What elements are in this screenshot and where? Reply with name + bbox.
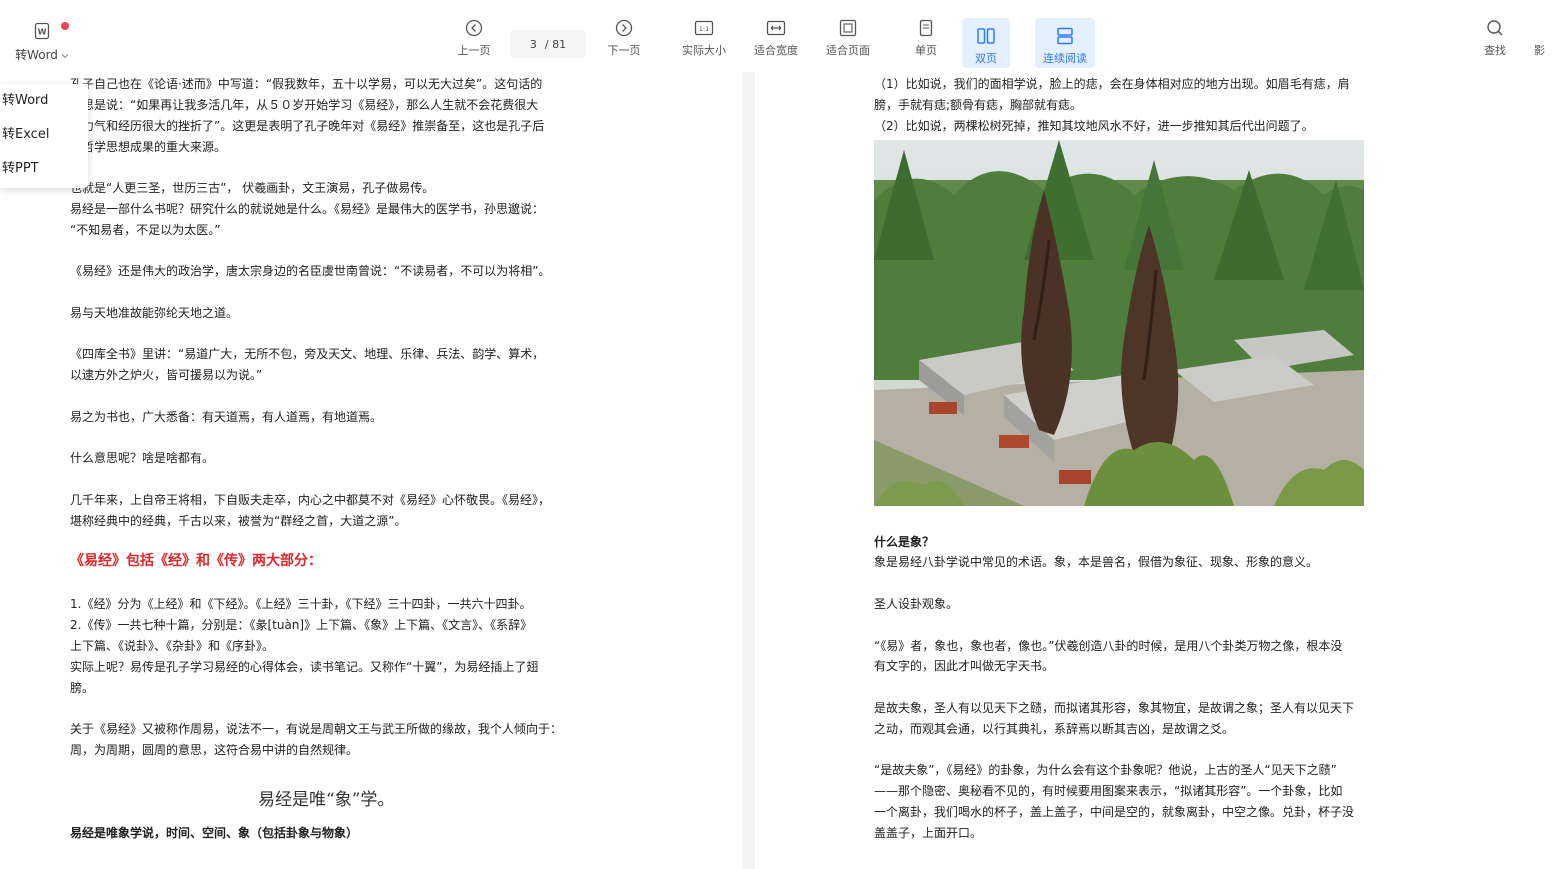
left-line-18: 2.《传》一共七种十篇，分别是：《彖[tuàn]》上下篇、《象》上下篇、《文言》… — [70, 618, 533, 632]
svg-text:W: W — [38, 28, 47, 37]
double-page-icon — [976, 26, 996, 46]
left-line-3: 的力气和经历很大的挫折了”。这更是表明了孔子晚年对《易经》推崇备至，这也是孔子后 — [70, 119, 545, 133]
next-page-icon — [614, 18, 634, 38]
next-page-button[interactable]: 下一页 — [602, 18, 646, 68]
right-line-6: 圣人设卦观象。 — [874, 597, 959, 611]
double-page-label: 双页 — [975, 52, 997, 65]
menu-item-excel[interactable]: 转Excel — [0, 118, 88, 152]
fit-width-icon — [766, 18, 786, 38]
single-page-button[interactable]: 单页 — [906, 18, 946, 68]
next-page-label: 下一页 — [607, 44, 641, 57]
single-page-label: 单页 — [915, 44, 937, 57]
actual-size-icon: 1:1 — [694, 18, 714, 38]
single-page-icon — [916, 18, 936, 38]
left-line-20: 实际上呢？易传是孔子学习易经的心得体会，读书笔记。又称作“十翼”，为易经插上了翅 — [70, 660, 539, 674]
notification-dot — [61, 22, 69, 30]
left-line-9: 易与天地准故能弥纶天地之道。 — [70, 306, 239, 320]
search-button[interactable]: 查找 — [1478, 18, 1512, 68]
left-line-8: 《易经》还是伟大的政治学，唐太宗身边的名臣虞世南曾说：“不读易者，不可以为将相”… — [70, 264, 551, 278]
left-line-4: 来哲学思想成果的重大来源。 — [70, 140, 227, 154]
menu-item-ppt[interactable]: 转PPT — [0, 152, 88, 186]
left-line-7: “不知易者，不足以为太医。” — [70, 223, 221, 237]
double-page-button[interactable]: 双页 — [962, 18, 1010, 68]
left-line-11: 以逮方外之炉火，皆可援易以为说。” — [70, 368, 263, 382]
fit-page-button[interactable]: 适合页面 — [820, 18, 876, 68]
left-line-2: 意思是说：“如果再让我多活几年，从５０岁开始学习《易经》，那么人生就不会花费很大 — [70, 98, 539, 112]
fit-width-button[interactable]: 适合宽度 — [748, 18, 804, 68]
prev-page-label: 上一页 — [457, 44, 491, 57]
left-line-17: 1.《经》分为《上经》和《下经》。《上经》三十卦，《下经》三十四卦，一共六十四卦… — [70, 597, 532, 611]
right-line-13: 一个离卦，我们喝水的杯子，盖上盖子，中间是空的，就象离卦，中空之像。兑卦，杯子没 — [874, 805, 1355, 819]
svg-text:1:1: 1:1 — [699, 25, 709, 33]
left-line-13: 什么意思呢？啥是啥都有。 — [70, 451, 215, 465]
continuous-read-icon — [1055, 26, 1075, 46]
page-current: 3 — [529, 37, 537, 51]
graveyard-photo — [874, 140, 1364, 506]
left-line-25: 易经是唯象学说，时间、空间、象（包括卦象与物象） — [70, 826, 359, 840]
left-line-21: 膀。 — [70, 681, 95, 695]
actual-size-button[interactable]: 1:1 实际大小 — [676, 18, 732, 68]
prev-page-button[interactable]: 上一页 — [452, 18, 496, 68]
fit-width-label: 适合宽度 — [754, 44, 798, 57]
top-toolbar: W 转Word 上一页 3 / 81 下一页 1:1 实际大小 适合宽度 适合页… — [0, 0, 1553, 72]
left-line-14: 几千年来，上自帝王将相，下自贩夫走卒，内心之中都莫不对《易经》心怀敬畏。《易经》… — [70, 493, 551, 507]
left-line-10: 《四库全书》里讲：“易道广大，无所不包，旁及天文、地理、乐律、兵法、韵学、算术， — [70, 347, 545, 361]
right-line-10: 之动，而观其会通，以行其典礼，系辞焉以断其吉凶，是故谓之爻。 — [874, 722, 1235, 736]
right-line-8: 有文字的，因此才叫做无字天书。 — [874, 659, 1055, 673]
right-line-14: 盖盖子，上面开口。 — [874, 826, 983, 840]
left-line-6: 易经是一部什么书呢？研究什么的就说她是什么。《易经》是最伟大的医学书，孙思邈说： — [70, 202, 545, 216]
page-number-input[interactable]: 3 / 81 — [510, 30, 586, 58]
right-line-7: “《易》者，象也，象也者，像也。”伏羲创造八卦的时候，是用八个卦类万物之像，根本… — [874, 639, 1343, 653]
right-heading-what-is-xiang: 什么是象？ — [874, 535, 935, 549]
fit-page-icon — [838, 18, 858, 38]
convert-dropdown-menu: 转Word 转Excel 转PPT — [0, 84, 88, 188]
right-line-11: “是故夫象”，《易经》的卦象，为什么会有这个卦象呢？他说，上古的圣人“见天下之赜… — [874, 763, 1337, 777]
search-icon — [1485, 18, 1505, 38]
right-line-3: （2）比如说，两棵松树死掉，推知其坟地风水不好，进一步推知其后代出问题了。 — [874, 119, 1314, 133]
left-serif-heading: 易经是唯“象”学。 — [258, 790, 395, 810]
convert-word-label: 转Word — [15, 48, 58, 62]
continuous-read-label: 连续阅读 — [1043, 52, 1087, 65]
more-button[interactable]: 影 — [1534, 18, 1553, 68]
left-line-22: 关于《易经》又被称作周易，说法不一，有说是周朝文王与武王所做的缘故，我个人倾向于… — [70, 722, 563, 736]
fit-page-label: 适合页面 — [826, 44, 870, 57]
left-line-15: 堪称经典中的经典，千古以来，被誉为“群经之首，大道之源”。 — [70, 514, 407, 528]
more-label: 影 — [1534, 44, 1545, 57]
menu-item-word[interactable]: 转Word — [0, 84, 88, 118]
search-label: 查找 — [1484, 44, 1506, 57]
right-line-1: （1）比如说，我们的面相学说，脸上的痣，会在身体相对应的地方出现。如眉毛有痣，肩 — [874, 77, 1350, 91]
right-line-9: 是故夫象，圣人有以见天下之赜，而拟诸其形容，象其物宜，是故谓之象；圣人有以见天下 — [874, 701, 1355, 715]
left-line-12: 易之为书也，广大悉备：有天道焉，有人道焉，有地道焉。 — [70, 410, 383, 424]
page-total: / 81 — [544, 37, 567, 51]
chevron-down-icon — [61, 48, 69, 62]
word-file-icon: W — [33, 22, 51, 43]
left-line-19: 上下篇、《说卦》、《杂卦》和《序卦》。 — [70, 639, 275, 653]
prev-page-icon — [464, 18, 484, 38]
right-line-5: 象是易经八卦学说中常见的术语。象，本是兽名，假借为象征、现象、形象的意义。 — [874, 555, 1319, 569]
right-line-2: 膀，手就有痣;额骨有痣，胸部就有痣。 — [874, 98, 1083, 112]
right-line-12: ——那个隐密、奥秘看不见的，有时候要用图案来表示，“拟诸其形容”。一个卦象，比如 — [874, 784, 1343, 798]
left-red-heading: 《易经》包括《经》和《传》两大部分： — [70, 553, 322, 569]
actual-size-label: 实际大小 — [682, 44, 726, 57]
continuous-read-button[interactable]: 连续阅读 — [1035, 18, 1095, 68]
left-line-1: 孔子自己也在《论语·述而》中写道：“假我数年，五十以学易，可以无大过矣”。这句话… — [70, 77, 543, 91]
left-line-23: 周，为周期，圆周的意思，这符合易中讲的自然规律。 — [70, 743, 359, 757]
left-line-5: 也就是“人更三圣，世历三古”， 伏羲画卦，文王演易，孔子做易传。 — [70, 181, 435, 195]
